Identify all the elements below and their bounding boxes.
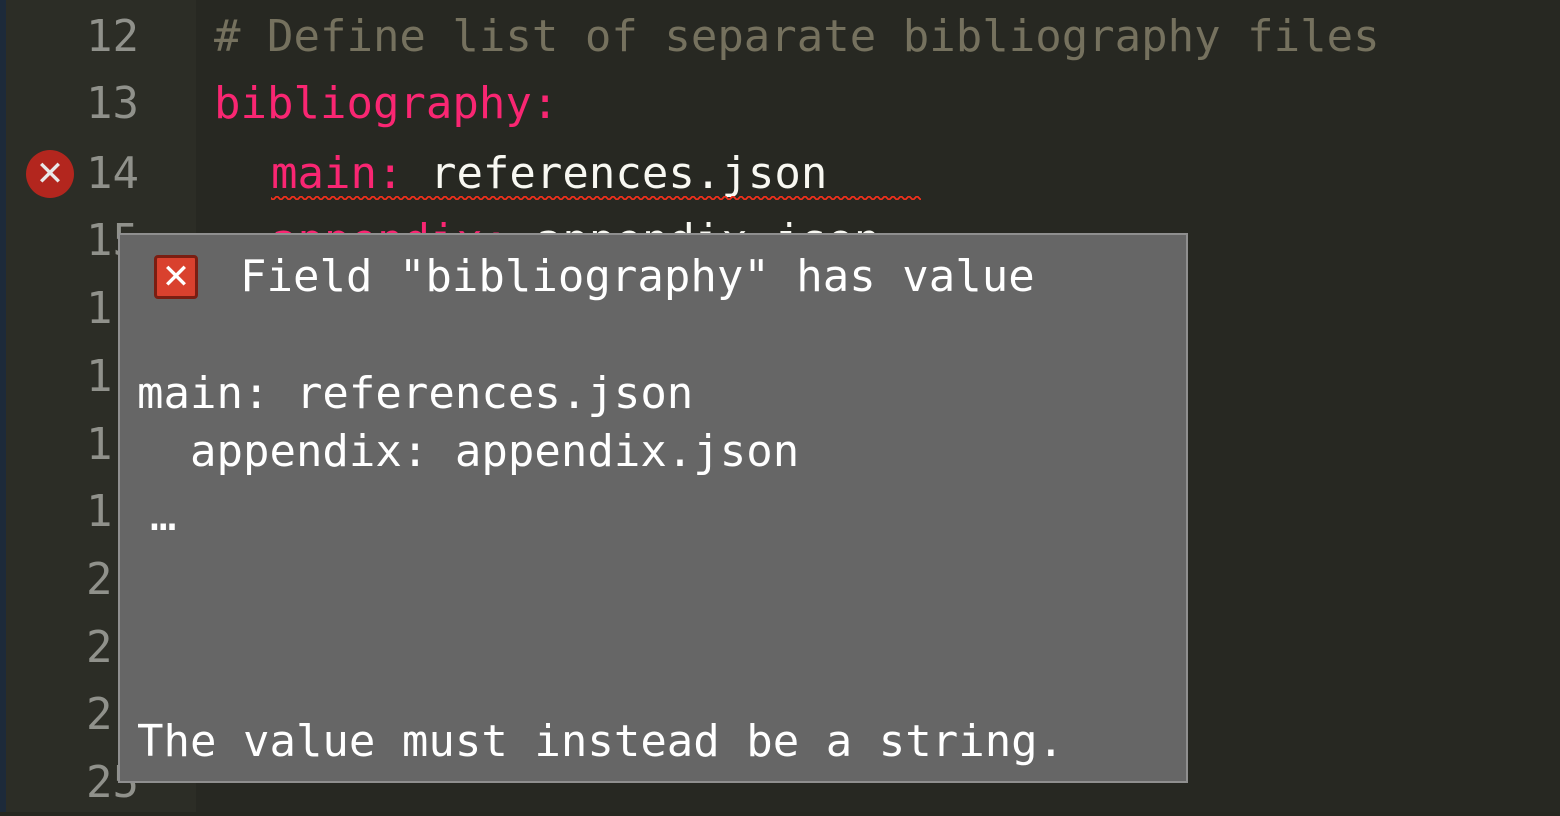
line-number: 1 [86,419,113,470]
line-number: 1 [86,486,113,537]
line-number: 2 [86,689,113,740]
code-line-comment: # Define list of separate bibliography f… [214,11,1380,62]
code-line-bibliography-key: bibliography: [214,78,559,129]
line-number: 2 [86,554,113,605]
line-number: 2 [86,622,113,673]
main-value: references.json [429,148,828,199]
line-number: 13 [86,78,139,129]
error-circle-icon[interactable]: ✕ [26,150,74,198]
error-box-icon: ✕ [154,255,198,299]
code-editor[interactable]: 12 13 ✕ 14 15 1 1 1 1 2 2 2 25 # Define … [0,0,1560,812]
tooltip-value-line: appendix: appendix.json [137,426,800,477]
error-squiggle [271,196,921,200]
main-key: main: [271,148,404,199]
tooltip-title: Field "bibliography" has value [240,251,1035,302]
line-number: 1 [86,351,113,402]
tooltip-ellipsis: … [150,490,177,541]
line-number: 12 [86,11,139,62]
error-tooltip: ✕ Field "bibliography" has value main: r… [118,233,1188,783]
tooltip-value-line: main: references.json [137,368,694,419]
line-number: 1 [86,283,113,334]
tooltip-message: The value must instead be a string. [137,716,1065,767]
line-number: 14 [86,148,139,199]
